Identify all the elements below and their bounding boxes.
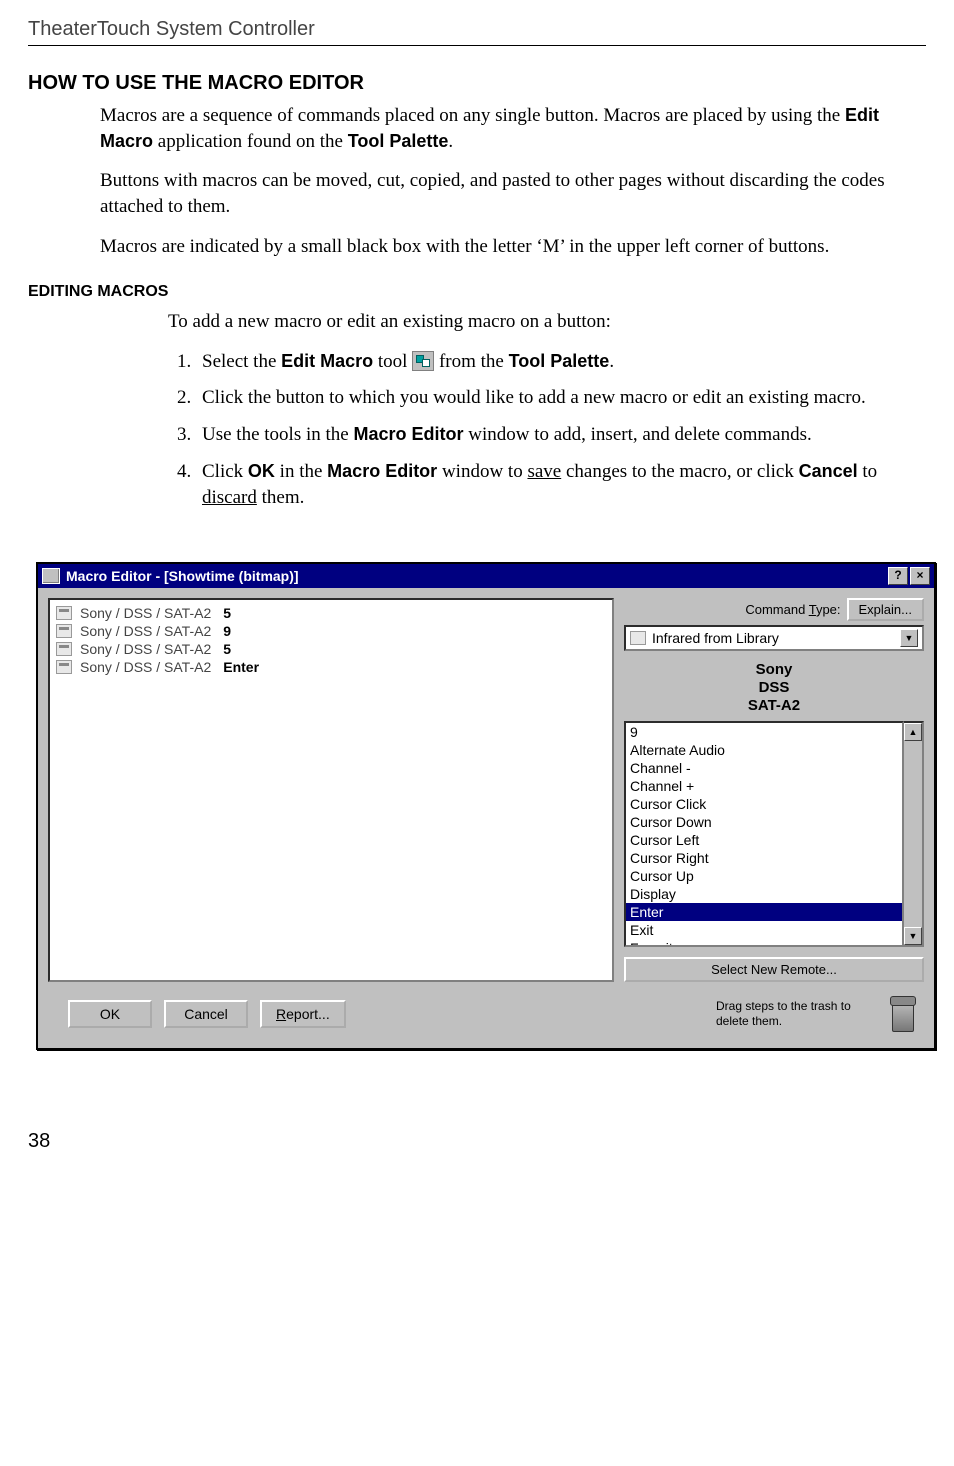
p2: Buttons with macros can be moved, cut, c…	[100, 168, 918, 219]
section-heading: HOW TO USE THE MACRO EDITOR	[28, 72, 926, 95]
s4f: save	[527, 461, 561, 482]
explain-button[interactable]: Explain...	[847, 598, 924, 621]
report-rest: eport...	[286, 1006, 330, 1022]
p1-a: Macros are a sequence of commands placed…	[100, 105, 845, 126]
s4k: them.	[257, 487, 305, 508]
s1b: Edit Macro	[281, 351, 373, 371]
ir-icon	[56, 624, 72, 638]
cancel-button[interactable]: Cancel	[164, 1000, 248, 1028]
ir-icon	[56, 660, 72, 674]
command-list-item[interactable]: Cursor Click	[626, 795, 902, 813]
step-cmd: Enter	[223, 659, 259, 675]
report-button[interactable]: Report...	[260, 1000, 346, 1028]
trash-icon[interactable]	[886, 994, 920, 1034]
page-number: 38	[28, 1130, 926, 1153]
s1e: Tool Palette	[509, 351, 610, 371]
combo-value: Infrared from Library	[652, 630, 894, 646]
window-title: Macro Editor - [Showtime (bitmap)]	[66, 568, 299, 584]
select-new-remote-button[interactable]: Select New Remote...	[624, 957, 924, 982]
book-title: TheaterTouch System Controller	[28, 18, 315, 40]
s4c: in the	[275, 461, 327, 482]
command-type-label: Command Type:	[745, 602, 840, 617]
step-cmd: 5	[223, 605, 231, 621]
ctl-pre: Command	[745, 602, 808, 617]
macro-step[interactable]: Sony / DSS / SAT-A2 9	[56, 622, 606, 640]
ir-icon	[630, 631, 646, 645]
drag-hint-label: Drag steps to the trash to delete them.	[716, 999, 866, 1028]
body-text: Macros are a sequence of commands placed…	[100, 103, 918, 259]
ir-icon	[56, 606, 72, 620]
device-label: Sony DSS SAT-A2	[624, 655, 924, 717]
command-list-item[interactable]: 9	[626, 723, 902, 741]
command-list-item[interactable]: Cursor Left	[626, 831, 902, 849]
s4a: Click	[202, 461, 248, 482]
device-l1: Sony	[624, 661, 924, 679]
edit-macro-tool-icon	[412, 351, 434, 371]
step-cmd: 5	[223, 641, 231, 657]
command-list-item[interactable]: Channel -	[626, 759, 902, 777]
scrollbar[interactable]: ▲ ▼	[904, 721, 924, 947]
window-icon	[42, 568, 60, 584]
s4j: discard	[202, 487, 257, 508]
step-path: Sony / DSS / SAT-A2	[80, 641, 211, 657]
macro-step[interactable]: Sony / DSS / SAT-A2 Enter	[56, 658, 606, 676]
subsection-heading: EDITING MACROS	[28, 283, 926, 301]
scroll-down-button[interactable]: ▼	[904, 927, 922, 945]
help-button[interactable]: ?	[888, 567, 908, 585]
command-list-item[interactable]: Cursor Up	[626, 867, 902, 885]
device-l3: SAT-A2	[624, 697, 924, 715]
s3b: Macro Editor	[353, 424, 463, 444]
step-cmd: 9	[223, 623, 231, 639]
macro-steps-list[interactable]: Sony / DSS / SAT-A2 5 Sony / DSS / SAT-A…	[48, 598, 614, 982]
step-path: Sony / DSS / SAT-A2	[80, 623, 211, 639]
step-1: Select the Edit Macro tool from the Tool…	[196, 349, 926, 376]
macro-editor-window: Macro Editor - [Showtime (bitmap)] ? × S…	[36, 562, 936, 1050]
command-list-item[interactable]: Display	[626, 885, 902, 903]
command-list-item[interactable]: Channel +	[626, 777, 902, 795]
p1-e: .	[448, 131, 453, 152]
step-path: Sony / DSS / SAT-A2	[80, 659, 211, 675]
steps-intro: To add a new macro or edit an existing m…	[168, 309, 918, 335]
chevron-down-icon[interactable]	[900, 629, 918, 647]
close-button[interactable]: ×	[910, 567, 930, 585]
s1c: tool	[373, 351, 412, 372]
step-path: Sony / DSS / SAT-A2	[80, 605, 211, 621]
macro-step[interactable]: Sony / DSS / SAT-A2 5	[56, 604, 606, 622]
command-list-item[interactable]: Cursor Down	[626, 813, 902, 831]
ir-icon	[56, 642, 72, 656]
s4d: Macro Editor	[327, 461, 437, 481]
step-4: Click OK in the Macro Editor window to s…	[196, 459, 926, 512]
command-list-item[interactable]: Favorite	[626, 939, 902, 947]
scroll-up-button[interactable]: ▲	[904, 723, 922, 741]
s1d: from the	[434, 351, 508, 372]
ok-button[interactable]: OK	[68, 1000, 152, 1028]
s1f: .	[609, 351, 614, 372]
ctl-mn: T	[809, 602, 816, 617]
command-type-combo[interactable]: Infrared from Library	[624, 625, 924, 651]
s1a: Select the	[202, 351, 281, 372]
command-list-item[interactable]: Cursor Right	[626, 849, 902, 867]
s4i: to	[858, 461, 878, 482]
device-l2: DSS	[624, 679, 924, 697]
ctl-post: ype:	[816, 602, 841, 617]
command-list[interactable]: 9Alternate AudioChannel -Channel +Cursor…	[624, 721, 904, 947]
command-list-item[interactable]: Exit	[626, 921, 902, 939]
step-3: Use the tools in the Macro Editor window…	[196, 422, 926, 449]
s4g: changes to the macro, or click	[561, 461, 798, 482]
s4h: Cancel	[799, 461, 858, 481]
titlebar[interactable]: Macro Editor - [Showtime (bitmap)] ? ×	[38, 564, 934, 588]
report-mn: R	[276, 1006, 286, 1022]
s3a: Use the tools in the	[202, 424, 353, 445]
command-list-item[interactable]: Alternate Audio	[626, 741, 902, 759]
p1-tool-palette: Tool Palette	[348, 131, 449, 151]
command-list-item[interactable]: Enter	[626, 903, 902, 921]
s3c: window to add, insert, and delete comman…	[463, 424, 811, 445]
p1-c: application found on the	[153, 131, 348, 152]
s4e: window to	[437, 461, 527, 482]
step-2: Click the button to which you would like…	[196, 385, 926, 412]
s4b: OK	[248, 461, 275, 481]
macro-step[interactable]: Sony / DSS / SAT-A2 5	[56, 640, 606, 658]
p3: Macros are indicated by a small black bo…	[100, 234, 918, 260]
